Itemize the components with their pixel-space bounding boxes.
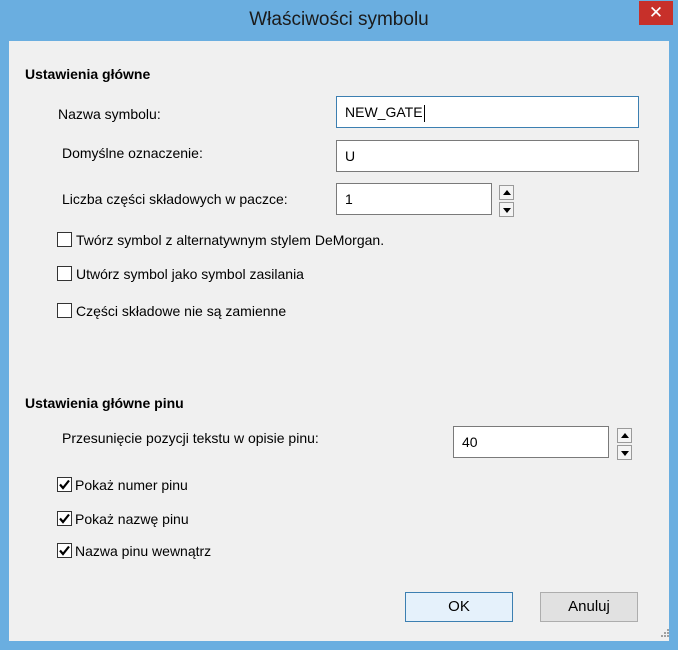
show-pin-number-label[interactable]: Pokaż numer pinu xyxy=(75,477,188,493)
pin-text-offset-value: 40 xyxy=(462,434,478,450)
show-pin-number-checkbox[interactable] xyxy=(57,477,72,492)
symbol-properties-dialog: Właściwości symbolu ✕ Ustawienia główne … xyxy=(0,0,678,650)
cancel-button[interactable]: Anuluj xyxy=(540,592,638,622)
close-icon: ✕ xyxy=(648,3,664,22)
parts-not-interchangeable-checkbox[interactable] xyxy=(57,303,72,318)
parts-spinner[interactable] xyxy=(499,185,514,219)
spin-down-button[interactable] xyxy=(499,202,514,217)
checkmark-icon xyxy=(59,479,70,490)
symbol-name-value: NEW_GATE xyxy=(345,104,423,120)
pin-settings-heading: Ustawienia główne pinu xyxy=(25,395,184,411)
spin-up-button[interactable] xyxy=(499,185,514,200)
dialog-client-area: Ustawienia główne Nazwa symbolu: NEW_GAT… xyxy=(9,41,669,641)
parts-per-package-value: 1 xyxy=(345,191,353,207)
ok-button[interactable]: OK xyxy=(405,592,513,622)
show-pin-name-label[interactable]: Pokaż nazwę pinu xyxy=(75,511,189,527)
text-caret xyxy=(423,104,425,122)
default-designator-value: U xyxy=(345,148,356,164)
close-button[interactable]: ✕ xyxy=(639,1,673,25)
main-settings-heading: Ustawienia główne xyxy=(25,66,151,82)
window-title: Właściwości symbolu xyxy=(249,9,429,30)
symbol-name-label: Nazwa symbolu: xyxy=(58,106,161,122)
default-designator-input[interactable]: U xyxy=(336,140,639,172)
checkmark-icon xyxy=(59,513,70,524)
parts-per-package-input[interactable]: 1 xyxy=(336,183,492,215)
demorgan-checkbox-label[interactable]: Twórz symbol z alternatywnym stylem DeMo… xyxy=(76,232,384,248)
power-symbol-checkbox[interactable] xyxy=(57,266,72,281)
pin-offset-spinner[interactable] xyxy=(617,428,632,462)
spin-down-button[interactable] xyxy=(617,445,632,460)
resize-grip-icon[interactable] xyxy=(660,628,670,638)
parts-per-package-label: Liczba części składowych w paczce: xyxy=(62,191,288,207)
pin-text-offset-label: Przesunięcie pozycji tekstu w opisie pin… xyxy=(62,430,319,446)
pin-name-inside-checkbox[interactable] xyxy=(57,543,72,558)
symbol-name-input[interactable]: NEW_GATE xyxy=(336,96,639,128)
title-bar[interactable]: Właściwości symbolu ✕ xyxy=(0,0,678,40)
power-symbol-checkbox-label[interactable]: Utwórz symbol jako symbol zasilania xyxy=(76,266,304,282)
spin-up-button[interactable] xyxy=(617,428,632,443)
default-designator-label: Domyślne oznaczenie: xyxy=(62,145,203,161)
show-pin-name-checkbox[interactable] xyxy=(57,511,72,526)
pin-text-offset-input[interactable]: 40 xyxy=(453,426,609,458)
demorgan-checkbox[interactable] xyxy=(57,232,72,247)
parts-not-interchangeable-label[interactable]: Części składowe nie są zamienne xyxy=(76,303,286,319)
checkmark-icon xyxy=(59,545,70,556)
pin-name-inside-label[interactable]: Nazwa pinu wewnątrz xyxy=(75,543,211,559)
